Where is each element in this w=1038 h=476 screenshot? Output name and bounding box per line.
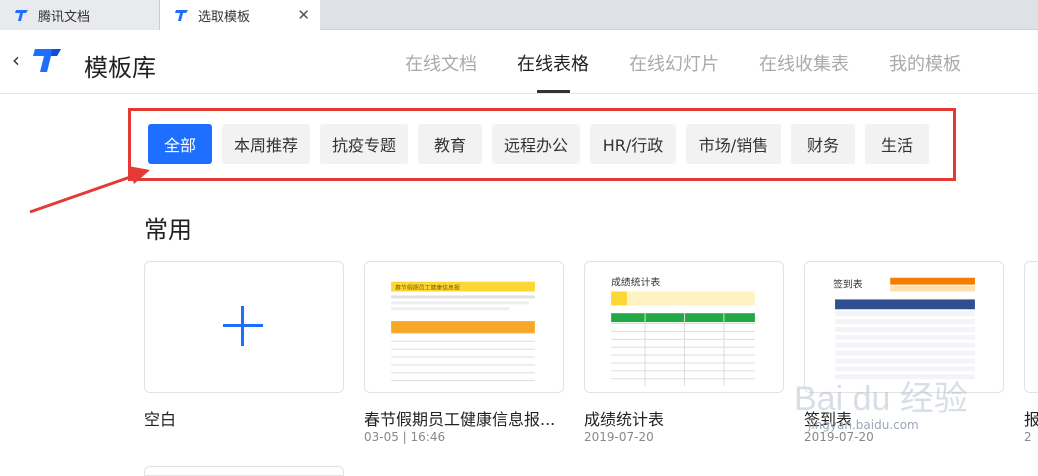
thumbnail-title: 签到表 (833, 278, 863, 291)
watermark-brand: Bai du 经验 (794, 380, 968, 418)
template-card-date: 2019-07-20 (584, 430, 654, 444)
template-thumbnail: 春节假期员工健康信息报 (391, 281, 535, 382)
template-card-health-report[interactable]: 春节假期员工健康信息报 (364, 261, 564, 393)
watermark-url: jingyan.baidu.com (808, 418, 919, 432)
template-card-date: 2 (1024, 430, 1032, 444)
template-card-score-stats[interactable]: 成绩统计表 (584, 261, 784, 393)
template-card-next-row[interactable] (144, 466, 344, 476)
thumbnail-title: 春节假期员工健康信息报 (395, 284, 460, 292)
plus-icon (223, 306, 263, 346)
template-card-name: 报 (1024, 410, 1038, 429)
template-card-name: 空白 (144, 410, 177, 429)
template-card-name: 春节假期员工健康信息报... (364, 410, 556, 429)
template-card-partial[interactable] (1024, 261, 1038, 393)
template-card-blank[interactable] (144, 261, 344, 393)
section-title-frequent: 常用 (144, 216, 192, 244)
template-card-date: 03-05 | 16:46 (364, 430, 446, 444)
template-card-name: 成绩统计表 (584, 410, 665, 429)
thumbnail-title: 成绩统计表 (611, 276, 660, 289)
template-thumbnail: 成绩统计表 (611, 276, 755, 387)
